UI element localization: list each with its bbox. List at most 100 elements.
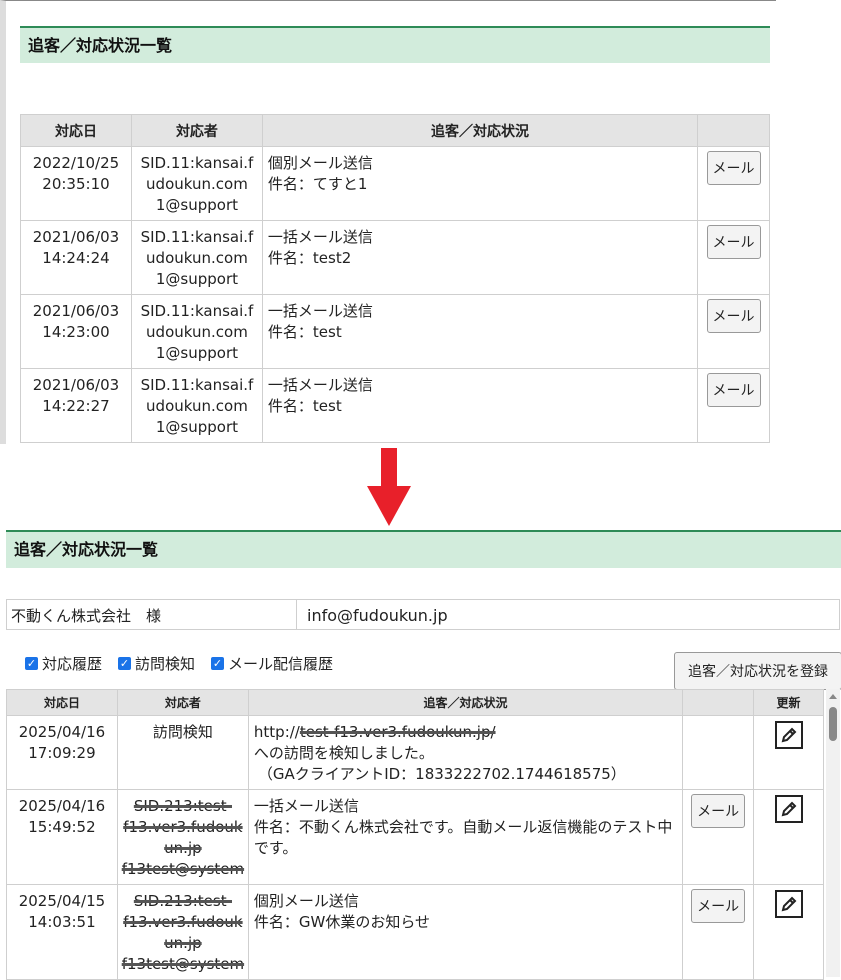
status-cell: 一括メール送信 件名：test2 (261, 220, 699, 295)
person-text: f13.ver3.fudouk (123, 818, 243, 836)
vertical-scrollbar[interactable] (826, 689, 840, 977)
time-text: 14:23:00 (42, 323, 110, 341)
date-text: 2022/10/25 (32, 154, 120, 172)
action-cell: メール (682, 884, 755, 980)
status-text: への訪問を検知しました。 (253, 744, 434, 762)
checkbox-checked-icon[interactable]: ✓ (25, 657, 38, 670)
col-status-header: 追客／対応状況 (247, 689, 684, 716)
date-text: 2021/06/03 (32, 228, 120, 246)
register-status-button[interactable]: 追客／対応状況を登録 (674, 652, 841, 690)
filter-checkboxes: ✓ 対応履歴 ✓ 訪問検知 ✓ メール配信履歴 (25, 653, 349, 674)
person-text: 1@support (155, 418, 238, 436)
col-status-header: 追客／対応状況 (261, 114, 699, 147)
person-text: SID.11:kansai.f (140, 376, 254, 394)
status-text: 件名：test2 (267, 249, 352, 267)
time-text: 17:09:29 (28, 744, 96, 762)
table-row: 2021/06/03 14:24:24 SID.11:kansai.f udoukun… (20, 220, 770, 295)
filter-history-checkbox[interactable]: ✓ 対応履歴 (25, 653, 102, 674)
person-text: 1@support (155, 270, 238, 288)
person-text: 1@support (155, 196, 238, 214)
status-text: （GAクライアントID：1833222702.1744618575） (257, 765, 626, 783)
time-text: 15:49:52 (28, 818, 96, 836)
person-cell: 訪問検知 (116, 715, 249, 790)
date-cell: 2025/04/16 15:49:52 (6, 789, 118, 885)
time-text: 14:03:51 (28, 913, 96, 931)
checkbox-checked-icon[interactable]: ✓ (118, 657, 132, 670)
person-text: SID.213:test- (133, 892, 232, 910)
checkbox-checked-icon[interactable]: ✓ (211, 657, 225, 670)
status-text: 件名：不動くん株式会社です。自動メール返信機能のテスト中 (253, 818, 673, 836)
scrollbar-thumb[interactable] (829, 707, 837, 741)
mail-button[interactable]: メール (706, 373, 761, 407)
edit-icon[interactable] (774, 721, 803, 749)
edit-icon[interactable] (774, 890, 803, 918)
table-row: 2021/06/03 14:23:00 SID.11:kansai.f udoukun… (20, 294, 770, 369)
person-text: udoukun.com (146, 175, 248, 193)
customer-email: info@fudoukun.jp (307, 606, 448, 625)
col-action-header (682, 689, 755, 716)
status-cell: 一括メール送信 件名：test (261, 368, 699, 443)
action-cell: メール (697, 368, 770, 443)
person-text: f13test@system (121, 955, 245, 973)
customer-name: 不動くん株式会社 様 (7, 600, 297, 629)
status-cell: 個別メール送信 件名：てすと1 (261, 146, 699, 221)
person-text: un.jp (164, 839, 202, 857)
person-text: udoukun.com (146, 323, 248, 341)
table-row: 2025/04/15 14:03:51 SID.213:test-f13.ver3.… (6, 884, 824, 980)
col-action-header (697, 114, 770, 147)
date-cell: 2021/06/03 14:24:24 (20, 220, 132, 295)
date-cell: 2021/06/03 14:23:00 (20, 294, 132, 369)
mail-button[interactable]: メール (691, 794, 746, 828)
col-person-header: 対応者 (116, 689, 249, 716)
mail-button[interactable]: メール (706, 299, 761, 333)
filter-label: 訪問検知 (135, 655, 196, 673)
date-text: 2021/06/03 (32, 376, 120, 394)
filter-mail-checkbox[interactable]: ✓ メール配信履歴 (211, 653, 333, 674)
date-cell: 2021/06/03 14:22:27 (20, 368, 132, 443)
scroll-up-icon[interactable] (829, 694, 837, 699)
down-arrow-icon (367, 448, 411, 526)
date-cell: 2025/04/16 17:09:29 (6, 715, 118, 790)
status-cell: http://test-f13.ver3.fudoukun.jp/への訪問を検知… (247, 715, 684, 790)
status-text: 件名：GW休業のお知らせ (253, 913, 431, 931)
person-text: f13test@system (121, 860, 245, 878)
status-text: 件名：test (267, 397, 342, 415)
date-text: 2021/06/03 (32, 302, 120, 320)
mail-button[interactable]: メール (706, 151, 761, 185)
person-text: udoukun.com (146, 249, 248, 267)
mail-button[interactable]: メール (706, 225, 761, 259)
status-text: 件名：test (267, 323, 342, 341)
table-row: 2022/10/25 20:35:10 SID.11:kansai.f udoukun… (20, 146, 770, 221)
person-text: SID.11:kansai.f (140, 154, 254, 172)
col-date-header: 対応日 (6, 689, 118, 716)
date-cell: 2025/04/15 14:03:51 (6, 884, 118, 980)
status-text: 個別メール送信 (253, 892, 359, 910)
status-text: です。 (253, 839, 298, 857)
customer-info: 不動くん株式会社 様 info@fudoukun.jp (6, 599, 840, 630)
time-text: 14:24:24 (42, 249, 110, 267)
col-update-header: 更新 (753, 689, 824, 716)
status-cell: 個別メール送信件名：GW休業のお知らせ (247, 884, 684, 980)
filter-visit-checkbox[interactable]: ✓ 訪問検知 (118, 653, 195, 674)
person-cell: SID.11:kansai.f udoukun.com 1@support (130, 368, 263, 443)
status-text: 一括メール送信 (267, 228, 373, 246)
person-cell: SID.11:kansai.f udoukun.com 1@support (130, 146, 263, 221)
person-text: 訪問検知 (152, 723, 213, 741)
table-row: 2025/04/16 15:49:52 SID.213:test-f13.ver3.… (6, 789, 824, 885)
action-cell: メール (697, 294, 770, 369)
action-cell: メール (682, 789, 755, 885)
top-section-title: 追客／対応状況一覧 (20, 26, 770, 63)
bottom-title-text: 追客／対応状況一覧 (14, 540, 159, 559)
person-cell: SID.11:kansai.f udoukun.com 1@support (130, 294, 263, 369)
update-cell (753, 789, 824, 885)
update-cell (753, 884, 824, 980)
person-text: SID.11:kansai.f (140, 228, 254, 246)
col-person-header: 対応者 (130, 114, 263, 147)
action-cell: メール (697, 146, 770, 221)
update-cell (753, 715, 824, 790)
table-row: 2021/06/03 14:22:27 SID.11:kansai.f udoukun… (20, 368, 770, 443)
mail-button[interactable]: メール (691, 889, 746, 923)
filter-label: メール配信履歴 (228, 655, 334, 673)
edit-icon[interactable] (774, 795, 803, 823)
action-cell (682, 715, 755, 790)
